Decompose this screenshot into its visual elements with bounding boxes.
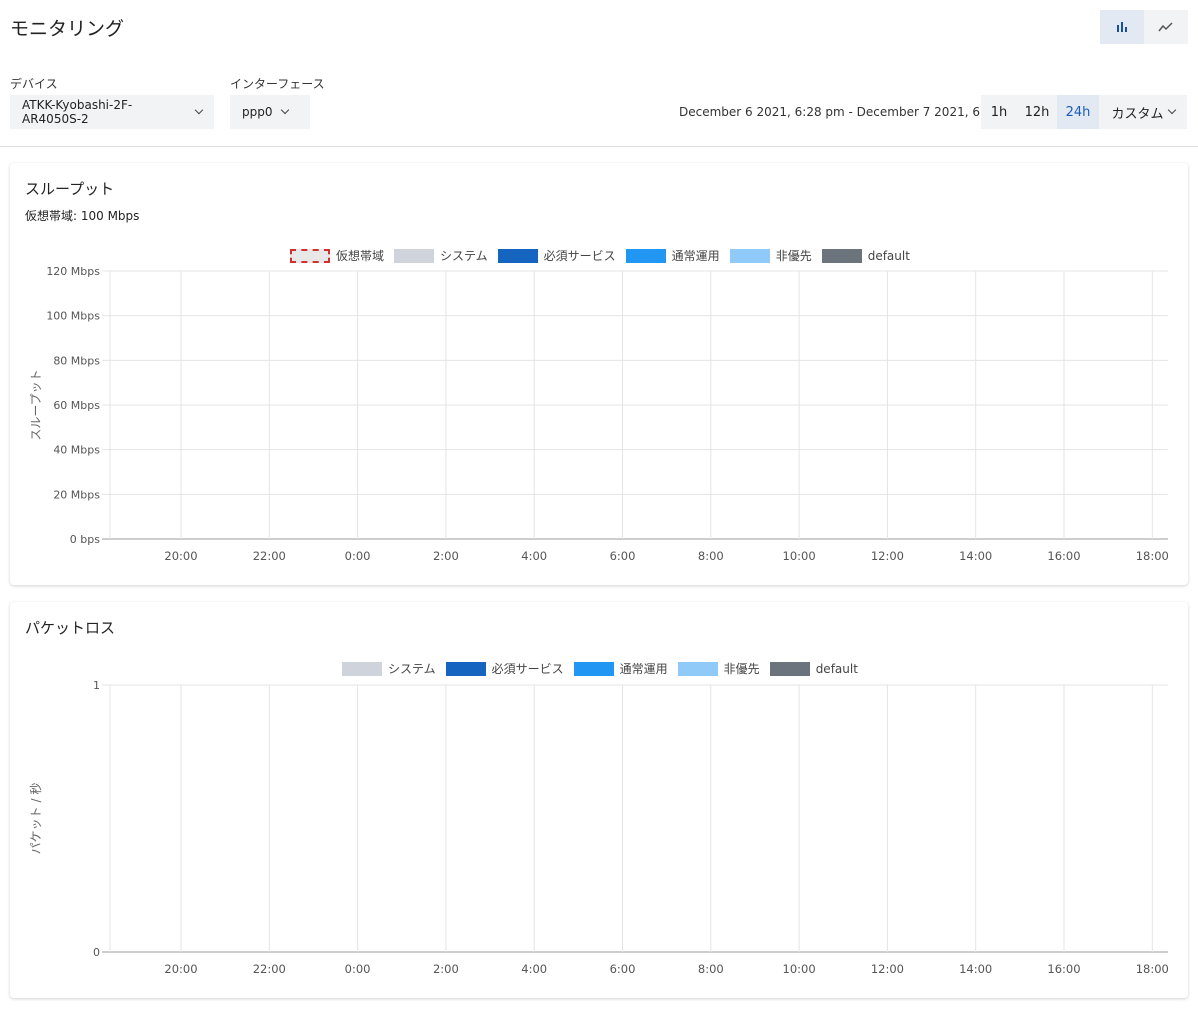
page-title: モニタリング	[10, 18, 125, 40]
x-tick-label: 22:00	[253, 962, 286, 976]
chevron-down-icon	[195, 105, 204, 115]
x-tick-label: 18:00	[1136, 962, 1169, 976]
x-tick-label: 20:00	[164, 549, 197, 563]
header-divider	[0, 146, 1198, 147]
x-tick-label: 8:00	[698, 549, 724, 563]
y-tick-label: 120 Mbps	[46, 265, 100, 278]
view-toggle	[1100, 10, 1188, 44]
device-select-value: ATKK-Kyobashi-2F-AR4050S-2	[22, 98, 133, 126]
device-select[interactable]: ATKK-Kyobashi-2F-AR4050S-2	[10, 95, 214, 129]
x-tick-label: 4:00	[521, 549, 547, 563]
x-tick-label: 4:00	[521, 962, 547, 976]
chevron-down-icon	[280, 105, 289, 115]
time-range-buttons: 1h 12h 24h カスタム	[981, 95, 1187, 129]
packet-loss-chart: 0 1 20:00 22:00 0:00 2:00 4:00 6:00 8:00 10:00 12:…	[29, 679, 1169, 976]
x-tick-label: 12:00	[871, 549, 904, 563]
throughput-card: スループット 仮想帯域: 100 Mbps 仮想帯域 システム 必須サービス 通…	[10, 163, 1188, 585]
x-tick-label: 10:00	[783, 549, 816, 563]
x-tick-label: 22:00	[253, 549, 286, 563]
y-tick-label: 1	[93, 679, 100, 692]
y-tick-label: 0	[93, 946, 100, 959]
y-tick-label: 60 Mbps	[53, 399, 100, 412]
y-axis-title: スループット	[29, 369, 43, 440]
interface-select-value: ppp0	[242, 105, 273, 119]
x-tick-label: 8:00	[698, 962, 724, 976]
x-tick-label: 14:00	[959, 549, 992, 563]
x-tick-label: 10:00	[783, 962, 816, 976]
time-range-text: December 6 2021, 6:28 pm - December 7 20…	[679, 105, 1023, 119]
x-tick-label: 16:00	[1047, 549, 1080, 563]
y-tick-label: 20 Mbps	[53, 488, 100, 501]
x-tick-label: 2:00	[433, 962, 459, 976]
throughput-chart: 0 bps 20 Mbps 40 Mbps 60 Mbps 80 Mbps 100 Mbp…	[29, 265, 1169, 563]
interface-label: インターフェース	[230, 77, 325, 91]
range-custom-label: カスタム	[1111, 106, 1164, 122]
bar-chart-view-button[interactable]	[1100, 10, 1144, 44]
x-tick-label: 2:00	[433, 549, 459, 563]
y-tick-label: 100 Mbps	[46, 310, 100, 323]
interface-select[interactable]: ppp0	[230, 95, 310, 129]
bar-chart-icon	[1117, 22, 1127, 32]
y-tick-label: 0 bps	[70, 533, 100, 546]
packet-loss-card: パケットロス システム 必須サービス 通常運用 非優先 default 0 1 20…	[10, 602, 1188, 998]
x-tick-label: 0:00	[345, 962, 371, 976]
range-custom-button[interactable]: カスタム	[1099, 95, 1187, 129]
x-tick-label: 18:00	[1136, 549, 1169, 563]
y-tick-label: 40 Mbps	[53, 444, 100, 457]
x-tick-label: 0:00	[345, 549, 371, 563]
x-tick-label: 20:00	[164, 962, 197, 976]
range-24h-button[interactable]: 24h	[1057, 95, 1099, 129]
x-tick-label: 6:00	[610, 962, 636, 976]
y-axis-title: パケット / 秒	[29, 783, 43, 855]
range-12h-button[interactable]: 12h	[1017, 95, 1057, 129]
x-tick-label: 14:00	[959, 962, 992, 976]
x-tick-label: 16:00	[1047, 962, 1080, 976]
range-1h-button[interactable]: 1h	[981, 95, 1017, 129]
x-tick-label: 6:00	[610, 549, 636, 563]
x-tick-label: 12:00	[871, 962, 904, 976]
device-label: デバイス	[10, 77, 58, 91]
line-chart-icon	[1158, 22, 1173, 32]
chevron-down-icon	[1167, 105, 1176, 115]
line-chart-view-button[interactable]	[1144, 10, 1188, 44]
y-tick-label: 80 Mbps	[53, 354, 100, 367]
